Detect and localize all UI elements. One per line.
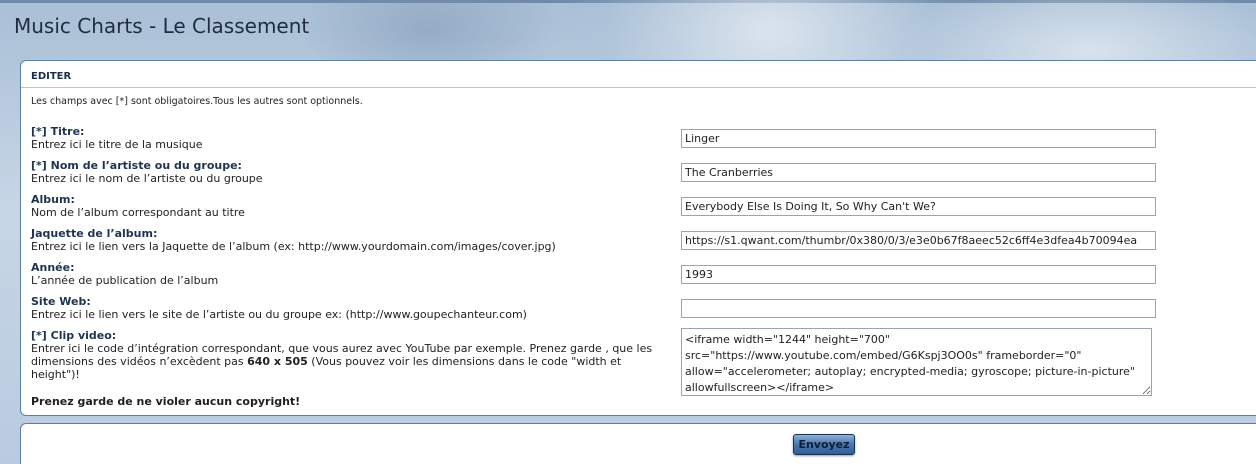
year-input[interactable] <box>681 265 1156 284</box>
artist-input[interactable] <box>681 163 1156 182</box>
panel-header: EDITER <box>31 71 72 82</box>
field-row-year: Année: L’année de publication de l’album <box>31 261 1256 287</box>
album-input[interactable] <box>681 197 1156 216</box>
edit-form-panel: EDITER Les champs avec [*] sont obligato… <box>20 60 1256 416</box>
divider <box>21 87 1256 88</box>
field-description: Entrer ici le code d’intégration corresp… <box>31 342 667 381</box>
copyright-warning: Prenez garde de ne violer aucun copyrigh… <box>31 395 301 408</box>
cover-url-input[interactable] <box>681 231 1156 250</box>
field-row-album: Album: Nom de l’album correspondant au t… <box>31 193 1256 219</box>
submit-panel: Envoyez <box>20 423 1256 464</box>
top-border <box>0 0 1256 3</box>
field-row-clip: [*] Clip video: Entrer ici le code d’int… <box>31 328 1256 396</box>
submit-button[interactable]: Envoyez <box>793 434 855 455</box>
title-input[interactable] <box>681 129 1156 148</box>
field-row-title: [*] Titre: Entrez ici le titre de la mus… <box>31 125 1256 151</box>
clip-max-dimensions: 640 x 505 <box>247 355 308 368</box>
website-input[interactable] <box>681 299 1156 318</box>
embed-code-textarea[interactable]: <iframe width="1244" height="700" src="h… <box>681 328 1152 396</box>
field-row-website: Site Web: Entrez ici le lien vers le sit… <box>31 295 1256 321</box>
page-title: Music Charts - Le Classement <box>14 14 310 38</box>
required-fields-note: Les champs avec [*] sont obligatoires.To… <box>31 96 363 107</box>
field-row-cover: Jaquette de l’album: Entrez ici le lien … <box>31 227 1256 253</box>
field-row-artist: [*] Nom de l’artiste ou du groupe: Entre… <box>31 159 1256 185</box>
